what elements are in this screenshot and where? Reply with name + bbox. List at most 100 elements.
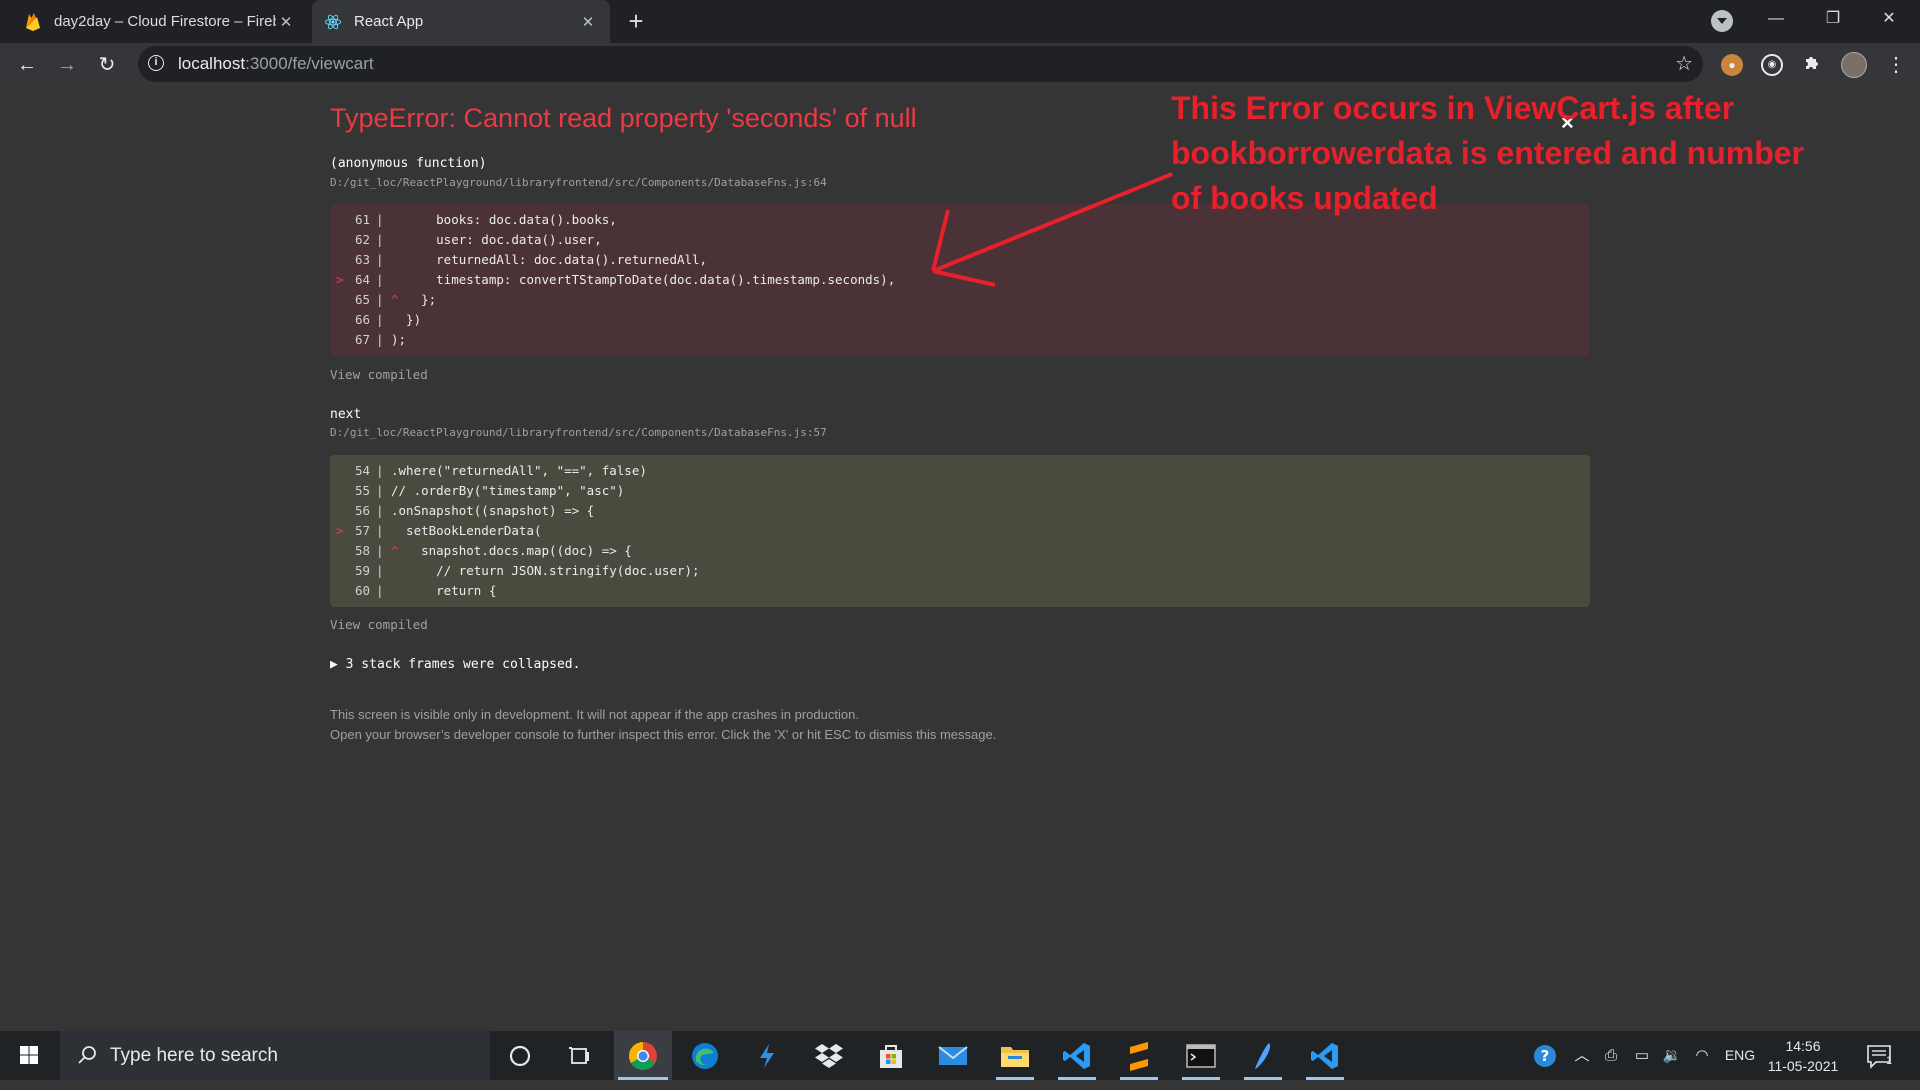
task-view-icon[interactable] <box>551 1031 609 1080</box>
wifi-icon[interactable]: ◠ <box>1689 1031 1715 1080</box>
reload-button[interactable]: ↻ <box>92 50 122 80</box>
url-text[interactable]: localhost:3000/fe/viewcart <box>178 46 374 82</box>
code-text: returnedAll: doc.data().returnedAll, <box>391 252 708 267</box>
app-icon[interactable] <box>738 1031 796 1080</box>
forward-button[interactable]: → <box>52 50 82 80</box>
annotation-line: bookborrowerdata is entered and number <box>1171 135 1804 171</box>
line-number: 64 <box>354 272 370 287</box>
code-line: 62 | user: doc.data().user, <box>330 230 1590 250</box>
close-window-button[interactable]: ✕ <box>1866 0 1912 38</box>
store-icon[interactable] <box>862 1031 920 1080</box>
file-explorer-icon[interactable] <box>986 1031 1044 1080</box>
gutter-pipe: | <box>376 463 384 478</box>
svg-text:?: ? <box>1541 1047 1550 1065</box>
gutter-pipe: | <box>376 332 384 347</box>
line-number: 61 <box>354 212 370 227</box>
code-text: // .orderBy("timestamp", "asc") <box>391 483 625 498</box>
profile-avatar[interactable] <box>1841 52 1867 78</box>
system-clock[interactable]: 14:56 11-05-2021 <box>1760 1036 1846 1076</box>
code-line: >64 | timestamp: convertTStampToDate(doc.… <box>330 270 1590 290</box>
gutter-pipe: | <box>376 543 384 558</box>
chevron-up-icon[interactable]: ︿ <box>1570 1031 1594 1080</box>
code-text: return { <box>391 583 497 598</box>
stack-frame-name: (anonymous function) <box>330 156 487 171</box>
gutter-pipe: | <box>376 272 384 287</box>
gutter-pipe: | <box>376 483 384 498</box>
tab-firestore[interactable]: day2day – Cloud Firestore – Firebase con… <box>12 0 308 43</box>
stack-frame-path[interactable]: D:/git_loc/ReactPlayground/libraryfronte… <box>330 176 827 189</box>
stack-frame-path[interactable]: D:/git_loc/ReactPlayground/libraryfronte… <box>330 426 827 439</box>
browser-toolbar: ← → ↻ i localhost:3000/fe/viewcart ☆ ● ◉… <box>0 43 1920 86</box>
pen-icon[interactable] <box>1234 1031 1292 1080</box>
volume-icon[interactable]: 🔉 <box>1658 1031 1686 1080</box>
vscode-icon[interactable] <box>1296 1031 1354 1080</box>
cortana-icon[interactable] <box>491 1031 549 1080</box>
cookie-extension-icon[interactable]: ● <box>1721 54 1743 76</box>
notification-count: 1 <box>1886 1055 1893 1067</box>
code-snippet: 61 | books: doc.data().books, 62 | user: do… <box>330 204 1590 356</box>
line-number: 59 <box>354 563 370 578</box>
minimize-button[interactable]: — <box>1753 0 1799 38</box>
code-line: >57 | setBookLenderData( <box>330 521 1590 541</box>
code-text: setBookLenderData( <box>391 523 542 538</box>
language-indicator[interactable]: ENG <box>1722 1031 1758 1080</box>
help-icon[interactable]: ? <box>1531 1031 1561 1090</box>
tab-strip: day2day – Cloud Firestore – Firebase con… <box>0 0 1920 43</box>
line-number: 57 <box>354 523 370 538</box>
extensions-puzzle-icon[interactable] <box>1801 54 1823 76</box>
browser-menu-icon[interactable]: ⋮ <box>1886 53 1906 77</box>
collapsed-frames-toggle[interactable]: ▶ 3 stack frames were collapsed. <box>330 657 580 672</box>
vscode-icon[interactable] <box>1048 1031 1106 1080</box>
line-number: 60 <box>354 583 370 598</box>
footnote-line: Open your browser’s developer console to… <box>330 727 997 742</box>
code-text: ); <box>391 332 407 347</box>
firebase-icon <box>24 12 42 31</box>
windows-start-icon[interactable] <box>0 1031 58 1080</box>
tab-close-icon[interactable]: ✕ <box>276 13 296 31</box>
annotation-text: This Error occurs in ViewCart.js after b… <box>1171 86 1871 221</box>
new-tab-button[interactable]: + <box>622 7 650 35</box>
info-icon[interactable]: i <box>148 55 164 71</box>
search-icon <box>78 1046 96 1064</box>
line-number: 67 <box>354 332 370 347</box>
tab-react-app[interactable]: React App ✕ <box>312 0 610 43</box>
sublime-icon[interactable] <box>1110 1031 1168 1080</box>
gutter-pipe: | <box>376 212 384 227</box>
dropbox-icon[interactable] <box>800 1031 858 1080</box>
code-text: // return JSON.stringify(doc.user); <box>391 563 700 578</box>
terminal-icon[interactable] <box>1172 1031 1230 1080</box>
code-text: .where("returnedAll", "==", false) <box>391 463 647 478</box>
error-title: TypeError: Cannot read property 'seconds… <box>330 103 917 133</box>
stack-frame-name: next <box>330 407 362 422</box>
windows-taskbar: Type here to search ? ︿ ⎙ ▭ 🔉 ◠ ENG 14:5… <box>0 1031 1920 1080</box>
code-line: 54 | .where("returnedAll", "==", false) <box>330 461 1590 481</box>
tab-search-icon[interactable] <box>1711 10 1733 32</box>
search-placeholder: Type here to search <box>110 1045 278 1066</box>
back-button[interactable]: ← <box>12 50 42 80</box>
view-compiled-link[interactable]: View compiled <box>330 617 428 632</box>
react-icon <box>324 13 342 31</box>
code-text: timestamp: convertTStampToDate(doc.data(… <box>391 272 896 287</box>
device-icon[interactable]: ⎙ <box>1598 1031 1624 1080</box>
edge-icon[interactable] <box>676 1031 734 1080</box>
code-line: 63 | returnedAll: doc.data().returnedAll, <box>330 250 1590 270</box>
chrome-icon[interactable] <box>614 1031 672 1080</box>
tab-title: React App <box>354 13 424 30</box>
record-extension-icon[interactable]: ◉ <box>1761 54 1783 76</box>
bookmark-star-icon[interactable]: ☆ <box>1675 46 1693 82</box>
line-number: 54 <box>354 463 370 478</box>
restore-button[interactable]: ❐ <box>1810 0 1856 38</box>
notification-icon[interactable]: 1 <box>1866 1043 1896 1069</box>
battery-icon[interactable]: ▭ <box>1628 1031 1656 1080</box>
code-text: ^ snapshot.docs.map((doc) => { <box>391 543 632 558</box>
address-bar[interactable]: i localhost:3000/fe/viewcart ☆ <box>138 46 1703 82</box>
code-text: ^ }; <box>391 292 437 307</box>
gutter-pipe: | <box>376 583 384 598</box>
gutter-pipe: | <box>376 563 384 578</box>
tab-close-icon[interactable]: ✕ <box>578 13 598 31</box>
view-compiled-link[interactable]: View compiled <box>330 367 428 382</box>
mail-icon[interactable] <box>924 1031 982 1080</box>
code-snippet: 54 | .where("returnedAll", "==", false) 55 |… <box>330 455 1590 607</box>
taskbar-search-input[interactable]: Type here to search <box>60 1031 490 1080</box>
code-line: 66 | }) <box>330 310 1590 330</box>
